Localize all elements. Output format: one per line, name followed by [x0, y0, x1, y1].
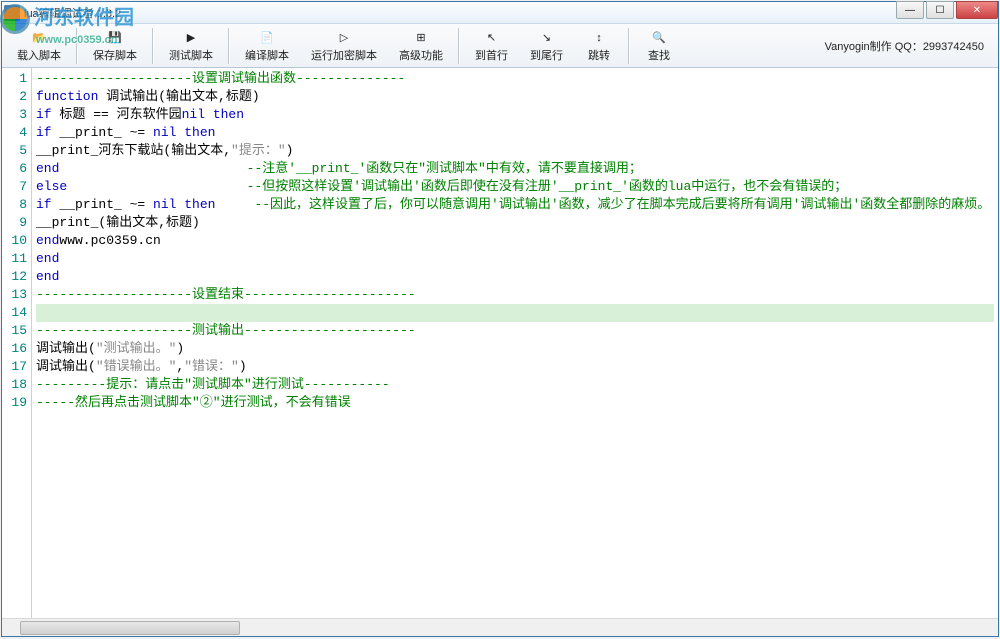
windows-icon: ⊞	[412, 29, 430, 47]
line-number: 5	[2, 142, 31, 160]
separator	[76, 28, 78, 64]
separator	[228, 28, 230, 64]
line-number: 8	[2, 196, 31, 214]
tool-label: 测试脚本	[169, 47, 213, 63]
line-number: 18	[2, 376, 31, 394]
editor-area: 12345678910111213141516171819 ----------…	[2, 68, 998, 636]
line-number: 14	[2, 304, 31, 322]
line-number: 4	[2, 124, 31, 142]
line-number: 9	[2, 214, 31, 232]
code-editor[interactable]: 12345678910111213141516171819 ----------…	[2, 68, 998, 618]
code-line[interactable]: end	[36, 250, 994, 268]
line-number: 19	[2, 394, 31, 412]
tool-label: 查找	[648, 47, 670, 63]
tool-label: 到首行	[475, 47, 508, 63]
code-line[interactable]: function 调试输出(输出文本,标题)	[36, 88, 994, 106]
tool-label: 载入脚本	[17, 47, 61, 63]
line-gutter: 12345678910111213141516171819	[2, 68, 32, 618]
arrow-bottom-icon: ↘	[538, 29, 556, 47]
code-line[interactable]: -----然后再点击测试脚本"②"进行测试，不会有错误	[36, 394, 994, 412]
run-encrypted-button[interactable]: ▷ 运行加密脚本	[300, 26, 388, 66]
window-controls: — ☐ ✕	[896, 1, 998, 19]
tool-label: 保存脚本	[93, 47, 137, 63]
tool-label: 高级功能	[399, 47, 443, 63]
advanced-button[interactable]: ⊞ 高级功能	[388, 26, 454, 66]
line-number: 16	[2, 340, 31, 358]
arrow-top-icon: ↖	[483, 29, 501, 47]
minimize-button[interactable]: —	[896, 1, 924, 19]
play-icon: ▶	[182, 29, 200, 47]
line-number: 3	[2, 106, 31, 124]
code-line[interactable]: end --注意'__print_'函数只在"测试脚本"中有效，请不要直接调用；	[36, 160, 994, 178]
app-icon	[4, 5, 20, 21]
code-line[interactable]: 调试输出("错误输出。","错误：")	[36, 358, 994, 376]
scrollbar-thumb[interactable]	[20, 621, 240, 635]
goto-first-button[interactable]: ↖ 到首行	[464, 26, 519, 66]
line-number: 10	[2, 232, 31, 250]
goto-last-button[interactable]: ↘ 到尾行	[519, 26, 574, 66]
tool-label: 运行加密脚本	[311, 47, 377, 63]
jump-button[interactable]: ↕ 跳转	[574, 26, 624, 66]
line-number: 6	[2, 160, 31, 178]
document-icon: 📄	[258, 29, 276, 47]
load-script-button[interactable]: 📂 载入脚本	[6, 26, 72, 66]
test-script-button[interactable]: ▶ 测试脚本	[158, 26, 224, 66]
app-window: lua编辑调试者 1.3.2 — ☐ ✕ 📂 载入脚本 💾 保存脚本 ▶ 测试脚…	[1, 1, 999, 637]
tool-label: 到尾行	[530, 47, 563, 63]
line-number: 1	[2, 70, 31, 88]
separator	[152, 28, 154, 64]
horizontal-scrollbar[interactable]	[2, 618, 998, 636]
code-line[interactable]: if 标题 == 河东软件园nil then	[36, 106, 994, 124]
floppy-disk-icon: 💾	[106, 29, 124, 47]
line-number: 15	[2, 322, 31, 340]
line-number: 17	[2, 358, 31, 376]
folder-open-icon: 📂	[30, 29, 48, 47]
code-line[interactable]: else --但按照这样设置'调试输出'函数后即使在没有注册'__print_'…	[36, 178, 994, 196]
play-outline-icon: ▷	[335, 29, 353, 47]
code-line[interactable]	[36, 304, 994, 322]
tool-label: 编译脚本	[245, 47, 289, 63]
titlebar[interactable]: lua编辑调试者 1.3.2 — ☐ ✕	[2, 2, 998, 24]
window-title: lua编辑调试者 1.3.2	[24, 5, 121, 21]
line-number: 7	[2, 178, 31, 196]
separator	[628, 28, 630, 64]
search-icon: 🔍	[650, 29, 668, 47]
code-line[interactable]: end	[36, 268, 994, 286]
separator	[458, 28, 460, 64]
find-button[interactable]: 🔍 查找	[634, 26, 684, 66]
credit-text: Vanyogin制作 QQ：2993742450	[825, 38, 984, 54]
code-line[interactable]: --------------------设置结束----------------…	[36, 286, 994, 304]
code-line[interactable]: if __print_ ~= nil then	[36, 124, 994, 142]
line-number: 11	[2, 250, 31, 268]
compile-script-button[interactable]: 📄 编译脚本	[234, 26, 300, 66]
code-line[interactable]: --------------------设置调试输出函数------------…	[36, 70, 994, 88]
code-line[interactable]: --------------------测试输出----------------…	[36, 322, 994, 340]
code-line[interactable]: __print_(输出文本,标题)	[36, 214, 994, 232]
save-script-button[interactable]: 💾 保存脚本	[82, 26, 148, 66]
line-number: 13	[2, 286, 31, 304]
code-content[interactable]: --------------------设置调试输出函数------------…	[32, 68, 998, 618]
line-number: 2	[2, 88, 31, 106]
tool-label: 跳转	[588, 47, 610, 63]
toolbar: 📂 载入脚本 💾 保存脚本 ▶ 测试脚本 📄 编译脚本 ▷ 运行加密脚本 ⊞ 高…	[2, 24, 998, 68]
code-line[interactable]: 调试输出("测试输出。")	[36, 340, 994, 358]
code-line[interactable]: endwww.pc0359.cn	[36, 232, 994, 250]
arrows-updown-icon: ↕	[590, 29, 608, 47]
line-number: 12	[2, 268, 31, 286]
code-line[interactable]: if __print_ ~= nil then --因此，这样设置了后，你可以随…	[36, 196, 994, 214]
maximize-button[interactable]: ☐	[926, 1, 954, 19]
code-line[interactable]: ---------提示：请点击"测试脚本"进行测试-----------	[36, 376, 994, 394]
code-line[interactable]: __print_河东下载站(输出文本,"提示：")	[36, 142, 994, 160]
close-button[interactable]: ✕	[956, 1, 998, 19]
